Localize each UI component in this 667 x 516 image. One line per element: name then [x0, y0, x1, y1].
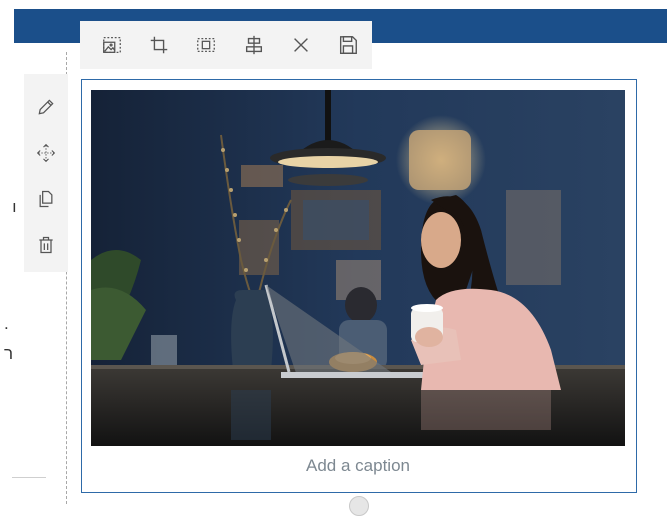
align-button[interactable] [230, 21, 277, 69]
save-button[interactable] [325, 21, 372, 69]
move-button[interactable] [24, 130, 68, 176]
crop-button[interactable] [135, 21, 182, 69]
move-icon [36, 143, 56, 163]
align-icon [245, 35, 262, 55]
cafe-photo[interactable] [91, 90, 625, 446]
image-toolbar [80, 21, 372, 69]
save-icon [340, 36, 358, 54]
image-caption-input[interactable]: Add a caption [91, 452, 625, 480]
copy-icon [39, 190, 53, 208]
canvas-text-fragment: ר [4, 344, 14, 363]
edit-button[interactable] [24, 84, 68, 130]
duplicate-button[interactable] [24, 176, 68, 222]
replace-image-icon [102, 37, 121, 53]
close-button[interactable] [277, 21, 324, 69]
side-toolbar [24, 74, 68, 272]
photo-illustration [91, 90, 625, 446]
replace-image-button[interactable] [88, 21, 135, 69]
fit-icon [197, 37, 216, 53]
close-icon [294, 38, 308, 52]
trash-icon [39, 236, 53, 254]
divider [12, 477, 46, 478]
delete-button[interactable] [24, 222, 68, 268]
canvas-text-fragment: . [4, 314, 9, 333]
crop-icon [150, 36, 168, 54]
resize-handle[interactable] [349, 496, 369, 516]
canvas-text-fragment: ı [12, 197, 17, 216]
fit-button[interactable] [183, 21, 230, 69]
pencil-icon [38, 99, 54, 115]
